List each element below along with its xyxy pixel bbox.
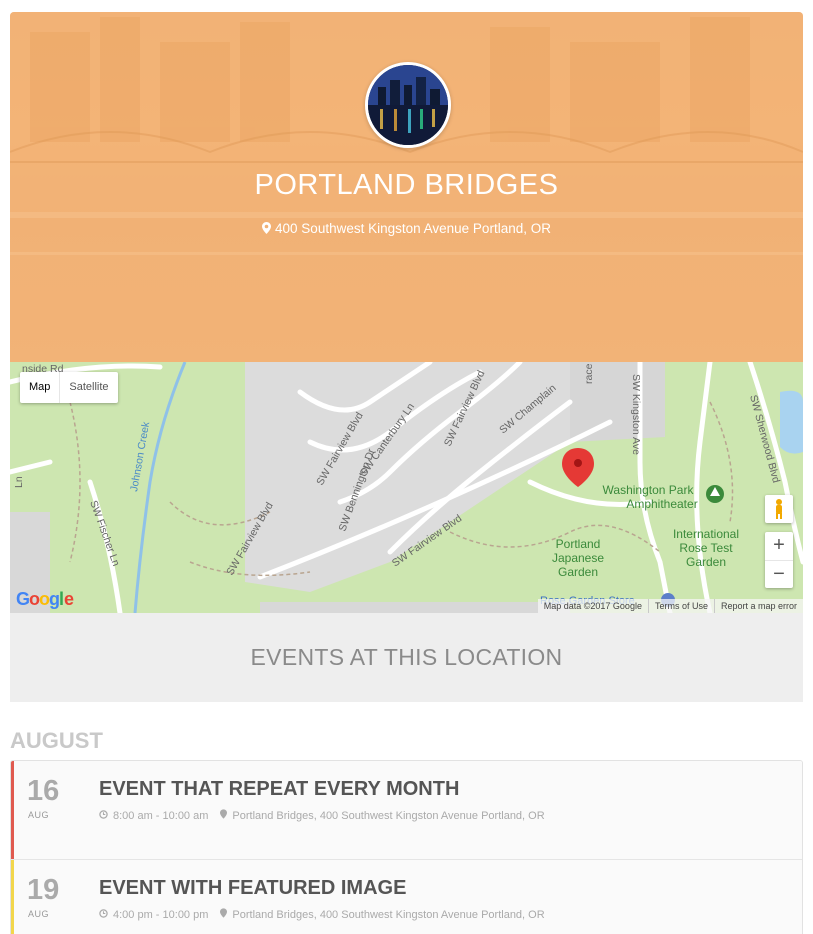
map-label-kingston: SW Kingston Ave (630, 374, 642, 455)
event-month: AUG (28, 909, 50, 919)
event-title[interactable]: EVENT THAT REPEAT EVERY MONTH (99, 778, 459, 801)
map-label-garden-3: Garden (558, 565, 598, 579)
event-time: 4:00 pm - 10:00 pm (113, 908, 209, 921)
month-heading: AUGUST (10, 728, 103, 753)
map-type-control: Map Satellite (20, 372, 118, 403)
map-label-garden-1: Portland (556, 537, 601, 551)
location-title: PORTLAND BRIDGES (254, 169, 559, 201)
street-view-pegman-icon[interactable] (765, 495, 793, 523)
map-canvas[interactable]: nside Rd Ln SW Fischer Ln SW Fairview Bl… (10, 362, 803, 613)
map-type-map-button[interactable]: Map (20, 372, 59, 403)
location-address: 400 Southwest Kingston Avenue Portland, … (10, 221, 803, 237)
svg-text:l: l (59, 589, 64, 609)
map-label-rose-2: Rose Test (679, 541, 733, 555)
event-list: 16 AUG EVENT THAT REPEAT EVERY MONTH 8:0… (10, 760, 803, 934)
zoom-out-button[interactable]: − (765, 560, 793, 588)
map-pin-icon (220, 908, 228, 921)
map-label-race: race (583, 363, 595, 384)
event-title[interactable]: EVENT WITH FEATURED IMAGE (99, 877, 406, 900)
report-map-error-link[interactable]: Report a map error (713, 599, 803, 613)
event-color-bar (11, 761, 14, 859)
event-day: 16 (27, 775, 60, 807)
event-color-bar (11, 860, 14, 934)
event-day: 19 (27, 874, 60, 906)
svg-text:e: e (64, 589, 74, 609)
map-pin-icon (220, 809, 228, 822)
event-venue[interactable]: Portland Bridges, 400 Southwest Kingston… (232, 909, 544, 921)
event-item[interactable]: 16 AUG EVENT THAT REPEAT EVERY MONTH 8:0… (11, 761, 802, 860)
zoom-in-button[interactable]: + (765, 532, 793, 560)
events-section-title: EVENTS AT THIS LOCATION (250, 644, 563, 670)
park-tree-icon (706, 485, 724, 503)
svg-text:g: g (49, 589, 60, 609)
map-label-park-2: Amphitheater (626, 497, 697, 511)
svg-text:G: G (16, 589, 30, 609)
clock-icon (99, 809, 108, 822)
map-data-credit: Map data ©2017 Google (543, 601, 642, 611)
location-avatar (365, 62, 451, 148)
map-label-ln-left: Ln (13, 476, 25, 488)
event-item[interactable]: 19 AUG EVENT WITH FEATURED IMAGE 4:00 pm… (11, 860, 802, 934)
map-attribution: Map data ©2017 Google Terms of Use Repor… (537, 599, 803, 613)
event-time: 8:00 am - 10:00 am (113, 809, 209, 822)
map-zoom-control: + − (765, 532, 793, 588)
event-meta: 4:00 pm - 10:00 pm Portland Bridges, 400… (99, 908, 545, 921)
event-venue[interactable]: Portland Bridges, 400 Southwest Kingston… (232, 810, 544, 822)
events-section-header: EVENTS AT THIS LOCATION (10, 613, 803, 702)
event-meta: 8:00 am - 10:00 am Portland Bridges, 400… (99, 809, 545, 822)
location-hero: PORTLAND BRIDGES 400 Southwest Kingston … (10, 12, 803, 362)
map-pin-icon (262, 222, 272, 237)
location-address-text: 400 Southwest Kingston Avenue Portland, … (275, 221, 551, 236)
map-label-rose-1: International (673, 527, 739, 541)
map-label-garden-2: Japanese (552, 551, 604, 565)
map-type-satellite-button[interactable]: Satellite (59, 372, 117, 403)
map-label-park-1: Washington Park (603, 483, 695, 497)
google-logo[interactable]: G o o g l e (16, 588, 82, 613)
terms-of-use-link[interactable]: Terms of Use (647, 599, 714, 613)
map-label-rose-3: Garden (686, 555, 726, 569)
location-map[interactable]: nside Rd Ln SW Fischer Ln SW Fairview Bl… (10, 362, 803, 613)
event-month: AUG (28, 810, 50, 820)
clock-icon (99, 908, 108, 921)
